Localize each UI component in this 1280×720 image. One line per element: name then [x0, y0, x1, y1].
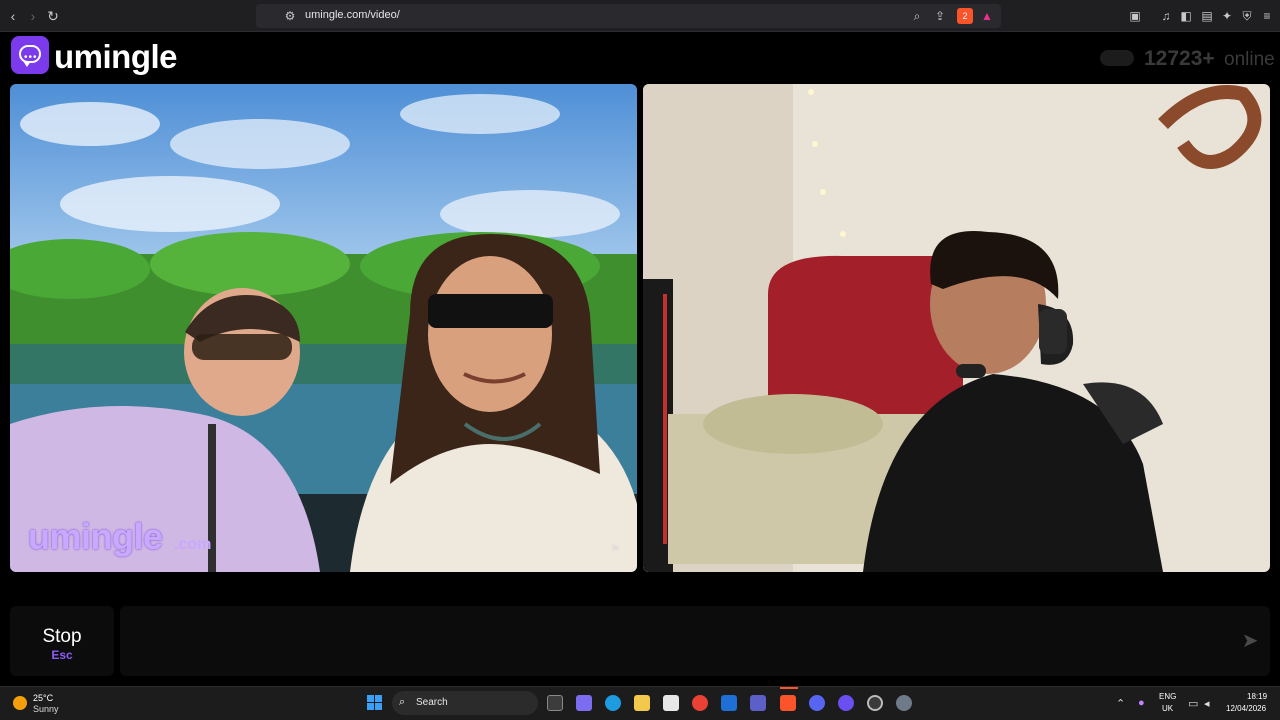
remote-video: [643, 84, 1270, 572]
volume-icon[interactable]: ◂: [1204, 697, 1210, 710]
zoom-icon[interactable]: ⌕: [909, 8, 925, 24]
weather-condition[interactable]: Sunny: [33, 704, 59, 714]
forward-icon[interactable]: ›: [23, 6, 43, 26]
copilot-icon[interactable]: [576, 695, 592, 711]
online-count: 12723+: [1144, 47, 1215, 70]
recorder-icon[interactable]: [867, 695, 883, 711]
sidebar-icon[interactable]: ◧: [1178, 8, 1194, 24]
brave-rewards-icon[interactable]: ▲: [979, 8, 995, 24]
leo-ai-icon[interactable]: ✦: [1219, 8, 1235, 24]
discord-icon[interactable]: [809, 695, 825, 711]
vpn-icon[interactable]: ⛨: [1239, 8, 1255, 24]
task-view-icon[interactable]: [547, 695, 563, 711]
esc-shortcut-label: Esc: [51, 648, 73, 662]
umingle-watermark: umingle: [28, 516, 163, 557]
logo-text[interactable]: umingle: [54, 38, 178, 76]
assistant-app-icon[interactable]: [838, 695, 854, 711]
umingle-logo-icon[interactable]: •••: [11, 36, 49, 74]
language-indicator[interactable]: ENG: [1159, 692, 1176, 701]
clock-date[interactable]: 12/04/2026: [1226, 704, 1266, 713]
windows-start-icon[interactable]: [367, 695, 383, 711]
share-icon[interactable]: ⇪: [932, 8, 948, 24]
settings-gear-icon[interactable]: [896, 695, 912, 711]
weather-temperature[interactable]: 25°C: [33, 693, 53, 703]
report-flag-icon[interactable]: ⚑: [610, 542, 626, 556]
weather-sun-icon[interactable]: [13, 696, 27, 710]
taskbar-search[interactable]: [392, 691, 538, 715]
keyboard-layout[interactable]: UK: [1162, 704, 1173, 713]
stop-label: Stop: [42, 626, 82, 647]
local-video: umingle .com ⚑: [10, 84, 637, 572]
teams-icon[interactable]: [750, 695, 766, 711]
brave-taskbar-icon[interactable]: [780, 695, 796, 711]
outlook-icon[interactable]: [721, 695, 737, 711]
wallet-icon[interactable]: ▤: [1199, 8, 1215, 24]
file-explorer-icon[interactable]: [634, 695, 650, 711]
taskbar-search-label: Search: [416, 697, 448, 708]
back-icon[interactable]: ‹: [3, 6, 23, 26]
edge-icon[interactable]: [605, 695, 621, 711]
online-label: online: [1224, 49, 1275, 70]
store-icon[interactable]: [663, 695, 679, 711]
search-icon: ⌕: [399, 696, 406, 708]
screenshot-icon[interactable]: ▣: [1127, 8, 1143, 24]
url-text[interactable]: umingle.com/video/: [305, 9, 400, 21]
microphone-icon[interactable]: ●: [1138, 697, 1145, 709]
chrome-icon[interactable]: [692, 695, 708, 711]
active-app-indicator: [780, 687, 798, 689]
tray-overflow-icon[interactable]: ⌃: [1116, 697, 1125, 710]
umingle-watermark-suffix: .com: [174, 536, 212, 553]
menu-icon[interactable]: ≡: [1259, 8, 1275, 24]
site-info-icon[interactable]: ⚙: [282, 8, 298, 24]
online-toggle: [1100, 50, 1134, 66]
chat-message-input[interactable]: [120, 606, 1270, 676]
brave-shields-icon[interactable]: 2: [957, 8, 973, 24]
reload-icon[interactable]: ↻: [43, 6, 63, 26]
chat-divider: [10, 583, 1270, 593]
send-icon[interactable]: ➤: [1239, 630, 1261, 652]
network-icon[interactable]: ▭: [1188, 697, 1198, 710]
media-icon[interactable]: ♫: [1158, 8, 1174, 24]
clock-time[interactable]: 18:19: [1247, 692, 1267, 701]
stop-button[interactable]: Stop Esc: [10, 606, 114, 676]
